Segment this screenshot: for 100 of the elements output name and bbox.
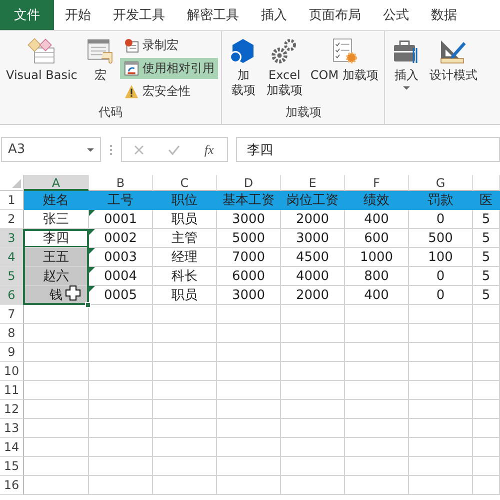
empty-cell: [345, 324, 409, 343]
cell-text: 0003: [104, 250, 138, 264]
empty-cell: [281, 324, 345, 343]
ribbon-button[interactable]: 加 载项: [225, 35, 262, 104]
cell-text: 5: [482, 268, 490, 284]
empty-cell: [473, 362, 500, 381]
empty-cell: [24, 362, 89, 381]
group-label: 代码: [98, 104, 124, 121]
empty-cell: [153, 400, 217, 419]
column-header[interactable]: A: [24, 175, 89, 191]
empty-cell: [281, 400, 345, 419]
ribbon-button[interactable]: 插入: [388, 35, 424, 104]
cell-text: 张三: [43, 211, 69, 228]
empty-cell: [281, 476, 345, 495]
menu-tab[interactable]: 插入: [250, 0, 298, 30]
empty-cell: [473, 324, 500, 343]
empty-cell: [24, 381, 89, 400]
cell-text: 职位: [172, 192, 198, 209]
cell-text: 岗位工资: [286, 192, 338, 209]
empty-cell: [409, 400, 473, 419]
cell-text: 1000: [360, 250, 394, 264]
empty-cell: [345, 381, 409, 400]
row-header[interactable]: 16: [0, 476, 24, 495]
cell-text: 0004: [104, 268, 138, 284]
empty-cell: [217, 419, 281, 438]
cell-text: 3000: [296, 230, 330, 246]
group-label: 加载项: [284, 104, 322, 121]
empty-cell: [281, 457, 345, 476]
select-all-icon[interactable]: [12, 179, 21, 188]
ribbon-button[interactable]: Visual Basic: [3, 35, 80, 104]
ribbon-small-button[interactable]: 录制宏: [120, 35, 218, 56]
menu-tab[interactable]: 解密工具: [176, 0, 250, 30]
fill-handle[interactable]: [85, 302, 91, 308]
empty-cell: [217, 381, 281, 400]
insert-function-button[interactable]: fx: [202, 142, 216, 158]
empty-cell: [409, 362, 473, 381]
empty-cell: [217, 362, 281, 381]
empty-cell: [345, 343, 409, 362]
empty-cell: [153, 324, 217, 343]
ribbon-button[interactable]: Excel 加载项: [263, 35, 306, 104]
empty-cell: [281, 438, 345, 457]
ribbon-button[interactable]: 设计模式: [426, 35, 480, 104]
empty-cell: [409, 381, 473, 400]
cell-text: 0001: [104, 212, 138, 226]
cell-text: 王五: [43, 249, 69, 266]
cell-text: 400: [364, 288, 389, 302]
menu-tab[interactable]: 页面布局: [298, 0, 372, 30]
cell-text: 3000: [232, 212, 266, 226]
menu-tab[interactable]: 公式: [372, 0, 420, 30]
cell-text: 职员: [172, 211, 198, 228]
empty-cell: [345, 438, 409, 457]
row-header[interactable]: 13: [0, 419, 24, 438]
empty-cell: [89, 400, 153, 419]
menu-tab[interactable]: 文件: [0, 0, 54, 30]
row-header[interactable]: 5: [0, 267, 24, 286]
cell-text: 赵六: [43, 268, 69, 285]
cell-text: 400: [364, 212, 389, 226]
formula-field[interactable]: 李四: [236, 137, 500, 162]
cancel-icon[interactable]: [133, 144, 146, 156]
ribbon-small-button[interactable]: 使用相对引用: [120, 58, 218, 79]
cell-text: 6000: [232, 268, 266, 284]
row-header[interactable]: 12: [0, 400, 24, 419]
empty-cell: [345, 476, 409, 495]
warning-icon: [124, 84, 140, 99]
cell-text: 科长: [172, 268, 198, 285]
row-header[interactable]: 10: [0, 362, 24, 381]
empty-cell: [345, 400, 409, 419]
menu-tab[interactable]: 数据: [420, 0, 468, 30]
check-icon[interactable]: [168, 144, 180, 156]
empty-cell: [409, 343, 473, 362]
empty-cell: [409, 324, 473, 343]
ribbon-button[interactable]: COM 加载项: [307, 35, 382, 104]
cell-text: 主管: [172, 230, 198, 247]
empty-cell: [473, 457, 500, 476]
row-header[interactable]: 6: [0, 286, 24, 305]
cell-text: 5: [482, 230, 490, 246]
empty-cell: [153, 457, 217, 476]
ribbon-small-button[interactable]: 宏安全性: [120, 81, 218, 102]
row-header[interactable]: 4: [0, 248, 24, 267]
row-header[interactable]: 8: [0, 324, 24, 343]
empty-cell: [473, 381, 500, 400]
cell-text: 钱: [50, 287, 62, 304]
cell-text: 500: [428, 230, 453, 246]
cell-text: 7000: [232, 250, 266, 264]
cell-text: 职员: [172, 287, 198, 304]
row-header[interactable]: 9: [0, 343, 24, 362]
empty-cell: [153, 438, 217, 457]
empty-cell: [89, 362, 153, 381]
row-header[interactable]: 11: [0, 381, 24, 400]
ribbon-button[interactable]: 宏: [82, 35, 118, 104]
menu-tab[interactable]: 开发工具: [102, 0, 176, 30]
empty-cell: [24, 324, 89, 343]
row-header[interactable]: 3: [0, 229, 24, 248]
empty-cell: [473, 343, 500, 362]
cell-text: 0005: [104, 288, 138, 302]
name-box[interactable]: A3: [1, 137, 101, 162]
menu-tab[interactable]: 开始: [54, 0, 102, 30]
row-header[interactable]: 14: [0, 438, 24, 457]
row-header[interactable]: 7: [0, 305, 24, 324]
row-header[interactable]: 15: [0, 457, 24, 476]
